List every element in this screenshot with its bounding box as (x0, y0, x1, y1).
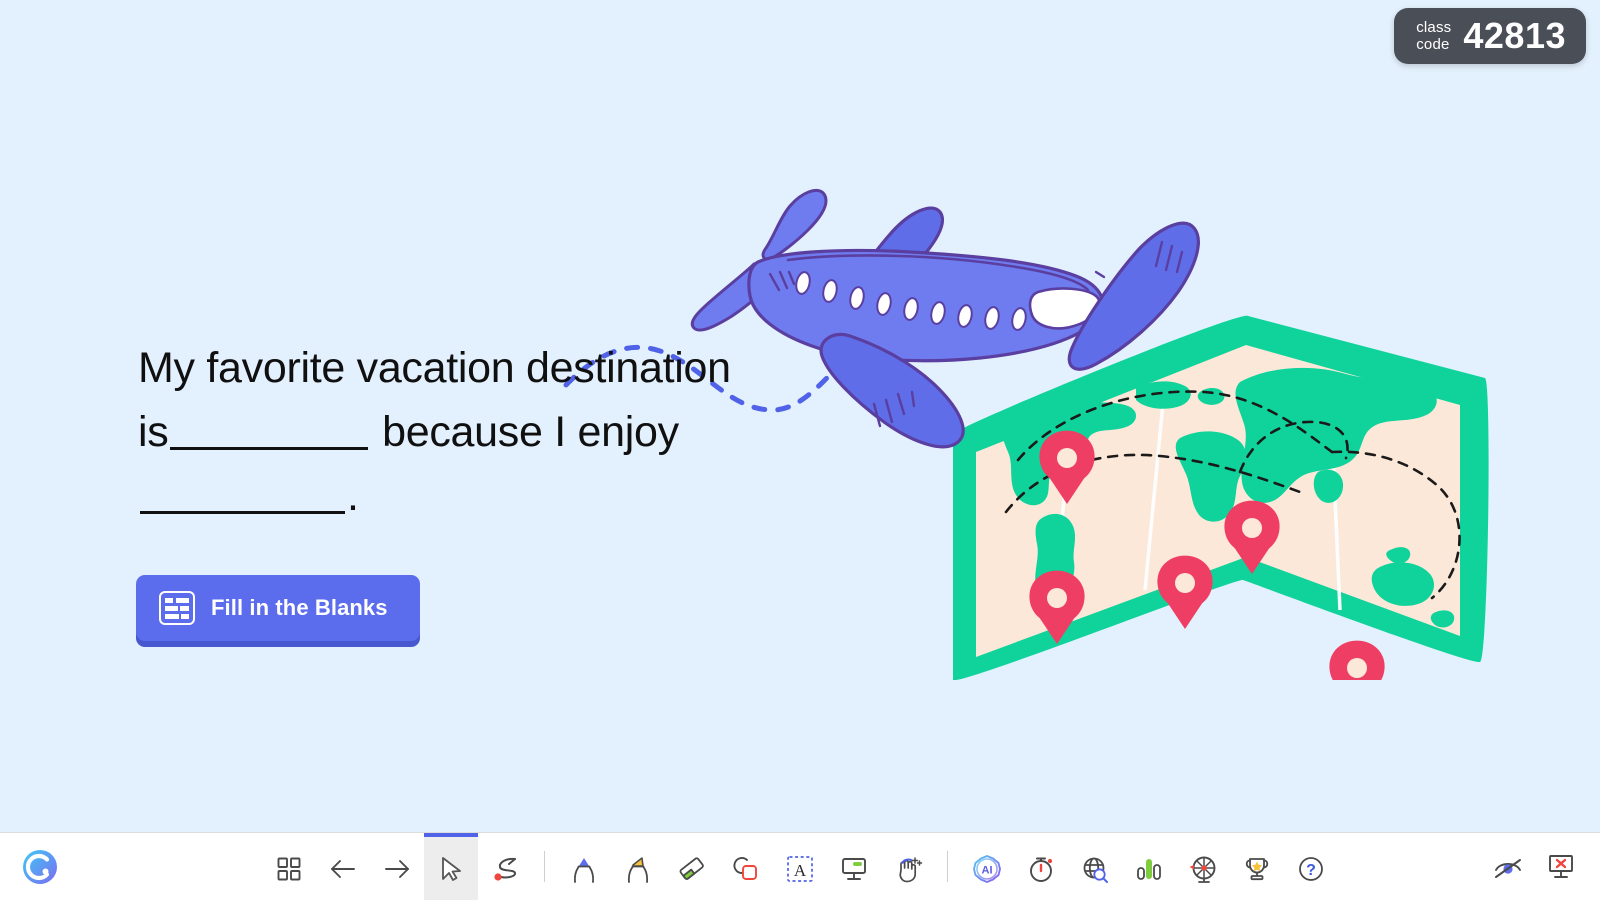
eye-off-icon (1495, 858, 1521, 878)
class-code-label-line2: code (1416, 36, 1450, 53)
drag-hand-icon (899, 857, 923, 883)
name-picker-button[interactable] (1176, 833, 1230, 900)
highlighter-icon (627, 857, 649, 883)
highlighter-button[interactable] (611, 833, 665, 900)
pen-button[interactable] (557, 833, 611, 900)
fill-in-the-blanks-button[interactable]: Fill in the Blanks (136, 575, 420, 641)
timer-button[interactable] (1014, 833, 1068, 900)
svg-text:?: ? (1306, 862, 1316, 879)
slide-canvas: My favorite vacation destination is beca… (0, 0, 1600, 832)
pen-icon (573, 858, 595, 883)
toolbar-divider-1 (544, 851, 545, 882)
fill-in-the-blanks-icon (159, 591, 195, 625)
svg-text:A: A (794, 861, 807, 880)
laser-pointer-button[interactable] (478, 833, 532, 900)
quick-poll-button[interactable] (1122, 833, 1176, 900)
class-code-value: 42813 (1463, 15, 1566, 56)
exit-slideshow-icon (1549, 854, 1573, 878)
eraser-button[interactable] (665, 833, 719, 900)
class-code-label-line1: class (1416, 19, 1452, 36)
grid-icon (277, 857, 301, 881)
slide-prompt-text: My favorite vacation destination is beca… (138, 336, 738, 528)
bar-chart-icon (1137, 859, 1161, 880)
text-box-icon: A (787, 856, 813, 882)
slide-grid-view-button[interactable] (262, 833, 316, 900)
timer-icon (1030, 857, 1053, 882)
question-mark-icon: ? (1299, 857, 1323, 881)
hide-annotations-button[interactable] (1492, 853, 1524, 881)
prompt-text-part-2: because I enjoy (382, 408, 679, 456)
toolbar-left-section (0, 833, 230, 900)
trophy-icon (1245, 858, 1269, 881)
leaderboard-button[interactable] (1230, 833, 1284, 900)
spinner-wheel-icon (1189, 856, 1216, 883)
shapes-icon (733, 857, 757, 880)
toolbar-right-section (1370, 833, 1600, 900)
eraser-icon (679, 857, 704, 880)
class-code-label: class code (1416, 19, 1451, 53)
bottom-toolbar: A AI ? (0, 832, 1600, 900)
shapes-button[interactable] (719, 833, 773, 900)
toolbar-tools: A AI ? (230, 833, 1370, 900)
presentation-window: My favorite vacation destination is beca… (0, 0, 1600, 900)
ai-icon: AI (973, 854, 1001, 884)
exit-presentation-button[interactable] (1546, 853, 1576, 881)
toolbar-divider-2 (947, 851, 948, 882)
laser-pointer-icon (494, 857, 516, 881)
embedded-browser-button[interactable] (1068, 833, 1122, 900)
select-cursor-button[interactable] (424, 833, 478, 900)
drag-move-button[interactable] (881, 833, 935, 900)
map-pin-group (1029, 430, 1385, 680)
whiteboard-button[interactable] (827, 833, 881, 900)
ai-assistant-button[interactable]: AI (960, 833, 1014, 900)
whiteboard-icon (842, 858, 866, 880)
svg-text:AI: AI (982, 865, 993, 877)
prompt-text-part-3: . (347, 472, 359, 520)
next-slide-button[interactable] (370, 833, 424, 900)
text-box-button[interactable]: A (773, 833, 827, 900)
arrow-left-icon (331, 860, 355, 878)
classpoint-logo[interactable] (20, 847, 60, 887)
cursor-icon (442, 857, 461, 881)
world-map-graphic (953, 315, 1489, 680)
airplane-graphic (690, 189, 1200, 449)
fill-in-the-blanks-label: Fill in the Blanks (211, 595, 388, 620)
previous-slide-button[interactable] (316, 833, 370, 900)
class-code-badge[interactable]: class code 42813 (1394, 8, 1586, 64)
blank-line-2 (140, 511, 345, 514)
help-button[interactable]: ? (1284, 833, 1338, 900)
blank-line-1 (170, 447, 369, 450)
globe-search-icon (1083, 857, 1108, 883)
arrow-right-icon (385, 860, 409, 878)
